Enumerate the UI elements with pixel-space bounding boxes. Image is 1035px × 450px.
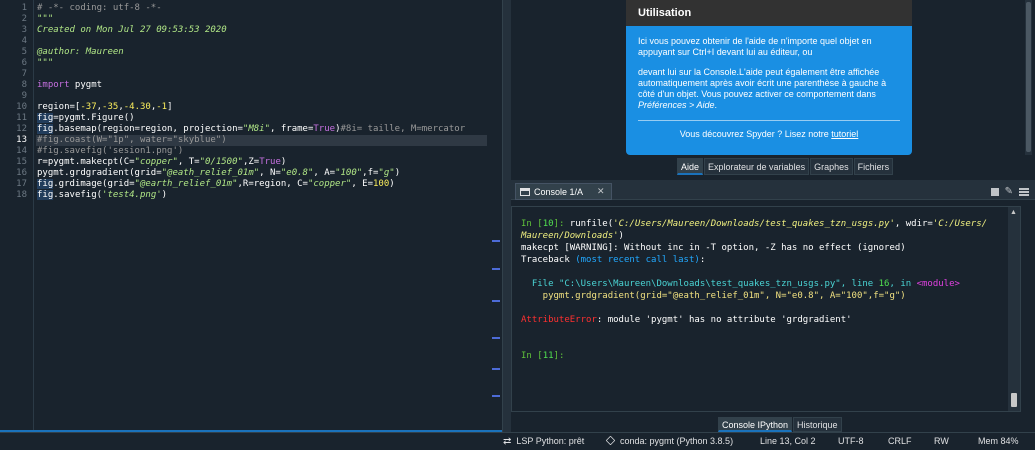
status-cursor-position: Line 13, Col 2	[760, 436, 816, 446]
console-tab-bar: Console 1/A ✕ ✎	[511, 183, 1035, 200]
code-line-5: @author: Maureen	[37, 47, 124, 57]
wrench-icon[interactable]: ✎	[1005, 186, 1013, 197]
console-toolbar: ✎	[990, 183, 1029, 200]
line-number: 1	[21, 3, 27, 13]
code-line-18: fig.savefig('test4.png')	[37, 190, 168, 200]
code-line-10: region=[-37,-35,-4.30,-1]	[37, 102, 173, 112]
line-number: 5	[21, 47, 27, 57]
help-scrollbar[interactable]	[1025, 0, 1032, 155]
status-conda: conda: pygmt (Python 3.8.5)	[605, 433, 733, 450]
stop-icon[interactable]	[990, 187, 999, 196]
code-line-12: fig.basemap(region=region, projection="M…	[37, 124, 466, 134]
code-line-16: pygmt.grdgradient(grid="@eath_relief_01m…	[37, 168, 401, 178]
console-tab-label: Console 1/A	[534, 186, 584, 197]
line-number: 4	[21, 36, 27, 46]
scroll-marker	[492, 337, 500, 339]
line-number: 9	[21, 91, 27, 101]
console-tab[interactable]: Console 1/A ✕	[515, 183, 612, 200]
code-line-11: fig=pygmt.Figure()	[37, 113, 135, 123]
help-pane: Utilisation Ici vous pouvez obtenir de l…	[511, 0, 1035, 180]
line-number: 8	[21, 80, 27, 90]
code-line-3: Created on Mon Jul 27 09:53:53 2020	[37, 25, 227, 35]
console-pane-tabs: Console IPython Historique	[718, 417, 843, 432]
code-line-2: """	[37, 14, 54, 24]
scroll-up-icon[interactable]: ▲	[1010, 209, 1017, 216]
code-line-17: fig.grdimage(grid="@earth_relief_01m",R=…	[37, 179, 395, 189]
scroll-marker	[492, 240, 500, 242]
line-number-gutter: 1 2 3 4 5 6 7 8 9 10 11 12 13 14 15 16 17 18	[0, 0, 34, 432]
console-output[interactable]: In [10]: runfile('C:/Users/Maureen/Downl…	[511, 206, 1021, 412]
status-memory: Mem 84%	[978, 436, 1019, 446]
status-lsp: ⇄ LSP Python: prêt	[503, 436, 585, 447]
swap-arrows-icon: ⇄	[503, 436, 512, 447]
code-line-1: # -*- coding: utf-8 -*-	[37, 3, 162, 13]
vertical-splitter[interactable]	[503, 0, 511, 432]
help-usage-card: Utilisation Ici vous pouvez obtenir de l…	[626, 0, 912, 155]
tab-history[interactable]: Historique	[793, 417, 842, 432]
status-encoding: UTF-8	[838, 436, 864, 446]
tab-files[interactable]: Fichiers	[853, 158, 894, 175]
scroll-marker	[492, 300, 500, 302]
tab-variable-explorer[interactable]: Explorateur de variables	[704, 158, 810, 175]
help-footer: Vous découvrez Spyder ? Lisez notre tuto…	[679, 129, 859, 139]
line-number: 18	[16, 190, 27, 200]
code-line-14: #fig.savefig('sesion1.png')	[37, 146, 184, 156]
code-area[interactable]: # -*- coding: utf-8 -*- """ Created on M…	[36, 3, 492, 201]
help-paragraph: Ici vous pouvez obtenir de l'aide de n'i…	[638, 36, 872, 57]
help-title: Utilisation	[626, 0, 912, 26]
cube-icon	[605, 435, 616, 446]
help-pane-tabs: Aide Explorateur de variables Graphes Fi…	[677, 158, 894, 175]
terminal-icon	[520, 187, 530, 196]
line-number: 2	[21, 14, 27, 24]
console-scrollbar[interactable]: ▲ ▼	[1008, 207, 1020, 411]
scroll-marker	[492, 395, 500, 397]
line-number: 17	[16, 179, 27, 189]
tutorial-link[interactable]: tutoriel	[831, 129, 858, 139]
line-number: 11	[16, 113, 27, 123]
code-line-13: #fig.coast(W="1p", water="skyblue")	[36, 135, 487, 146]
line-number: 10	[16, 102, 27, 112]
scroll-marker	[492, 268, 500, 270]
scroll-thumb[interactable]	[1026, 2, 1031, 152]
scroll-down-icon[interactable]: ▼	[1010, 402, 1017, 409]
divider	[638, 120, 900, 121]
line-number: 3	[21, 25, 27, 35]
help-paragraph: devant lui sur la Console.L'aide peut ég…	[638, 67, 887, 110]
line-number: 13	[16, 135, 27, 145]
scroll-marker	[492, 368, 500, 370]
status-eol: CRLF	[888, 436, 912, 446]
line-number: 15	[16, 157, 27, 167]
tab-plots[interactable]: Graphes	[810, 158, 853, 175]
line-number: 14	[16, 146, 27, 156]
console-text: In [10]: runfile('C:/Users/Maureen/Downl…	[521, 219, 988, 361]
tab-ipython-console[interactable]: Console IPython	[718, 417, 793, 432]
line-number: 12	[16, 124, 27, 134]
status-bar: ⇄ LSP Python: prêt conda: pygmt (Python 3…	[0, 432, 1035, 450]
code-line-15: r=pygmt.makecpt(C="copper", T="0/1500",Z…	[37, 157, 287, 167]
close-icon[interactable]: ✕	[597, 186, 605, 197]
code-editor[interactable]: 1 2 3 4 5 6 7 8 9 10 11 12 13 14 15 16 17 18 # -*- coding…	[0, 0, 503, 432]
tab-aide[interactable]: Aide	[677, 158, 704, 175]
ipython-console-pane: Console 1/A ✕ ✎ In [10]: runfile('C:/Use…	[511, 183, 1035, 432]
help-body: Ici vous pouvez obtenir de l'aide de n'i…	[626, 26, 912, 140]
editor-scrollbar[interactable]	[492, 0, 502, 432]
status-rw-mode: RW	[934, 436, 949, 446]
code-line-8: import pygmt	[37, 80, 103, 90]
options-menu-icon[interactable]	[1019, 187, 1029, 196]
line-number: 6	[21, 58, 27, 68]
code-line-6: """	[37, 58, 54, 68]
line-number: 16	[16, 168, 27, 178]
line-number: 7	[21, 69, 27, 79]
